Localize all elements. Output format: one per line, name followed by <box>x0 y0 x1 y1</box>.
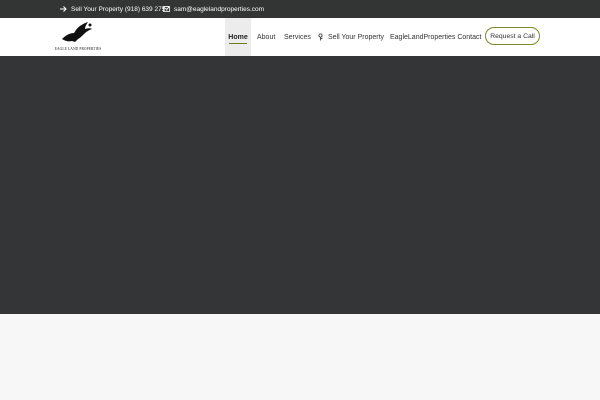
eagle-icon <box>62 22 92 42</box>
logo-text: EAGLE LAND PROPERTIES <box>54 47 102 51</box>
phone-link[interactable]: Sell Your Property (918) 639 2757 <box>60 0 169 18</box>
email-text: sam@eaglelandproperties.com <box>174 5 265 13</box>
nav-sell-property[interactable]: Sell Your Property <box>317 18 384 56</box>
nav-contact-label: EagleLandProperties Contact <box>390 33 482 41</box>
nav-home-label: Home <box>228 33 248 41</box>
top-info-bar: Sell Your Property (918) 639 2757 sam@ea… <box>0 0 600 18</box>
envelope-icon <box>163 6 170 12</box>
nav-home[interactable]: Home <box>225 18 251 56</box>
nav-contact[interactable]: EagleLandProperties Contact <box>390 18 481 56</box>
nav-services-label: Services <box>284 33 311 41</box>
request-call-label: Request a Call <box>490 32 535 40</box>
active-underline <box>229 42 247 44</box>
flower-icon <box>318 33 323 41</box>
nav-about[interactable]: About <box>257 18 275 56</box>
nav-sell-property-label: Sell Your Property <box>328 33 385 41</box>
site-logo[interactable]: EAGLE LAND PROPERTIES <box>52 21 104 53</box>
arrow-right-icon <box>60 6 67 12</box>
email-link[interactable]: sam@eaglelandproperties.com <box>163 0 264 18</box>
nav-about-label: About <box>257 33 276 41</box>
nav-services[interactable]: Services <box>284 18 311 56</box>
site-header: EAGLE LAND PROPERTIES Home About Service… <box>0 18 600 57</box>
hero-section <box>0 56 600 314</box>
phone-text: Sell Your Property (918) 639 2757 <box>71 5 169 13</box>
content-area <box>0 314 600 400</box>
request-call-button[interactable]: Request a Call <box>485 27 540 45</box>
